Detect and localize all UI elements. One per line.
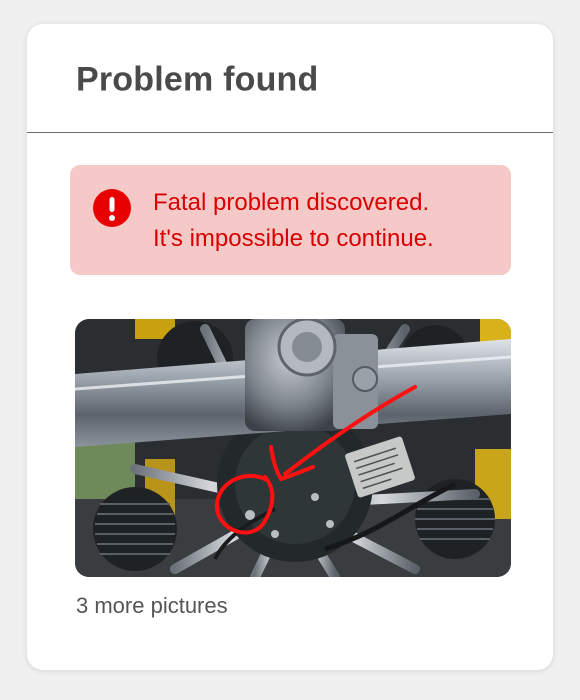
- alert-message: Fatal problem discovered. It's impossibl…: [153, 185, 434, 257]
- problem-dialog: Problem found Fatal problem discovered. …: [27, 24, 553, 670]
- error-alert: Fatal problem discovered. It's impossibl…: [70, 165, 511, 275]
- title-divider: [27, 132, 553, 133]
- more-pictures-link[interactable]: 3 more pictures: [76, 593, 228, 619]
- alert-message-line-1: Fatal problem discovered.: [153, 189, 430, 216]
- engine-photo[interactable]: [75, 319, 511, 577]
- exclamation-circle-icon: [93, 189, 131, 227]
- alert-message-line-2: It's impossible to continue.: [153, 225, 434, 252]
- dialog-title: Problem found: [76, 60, 319, 99]
